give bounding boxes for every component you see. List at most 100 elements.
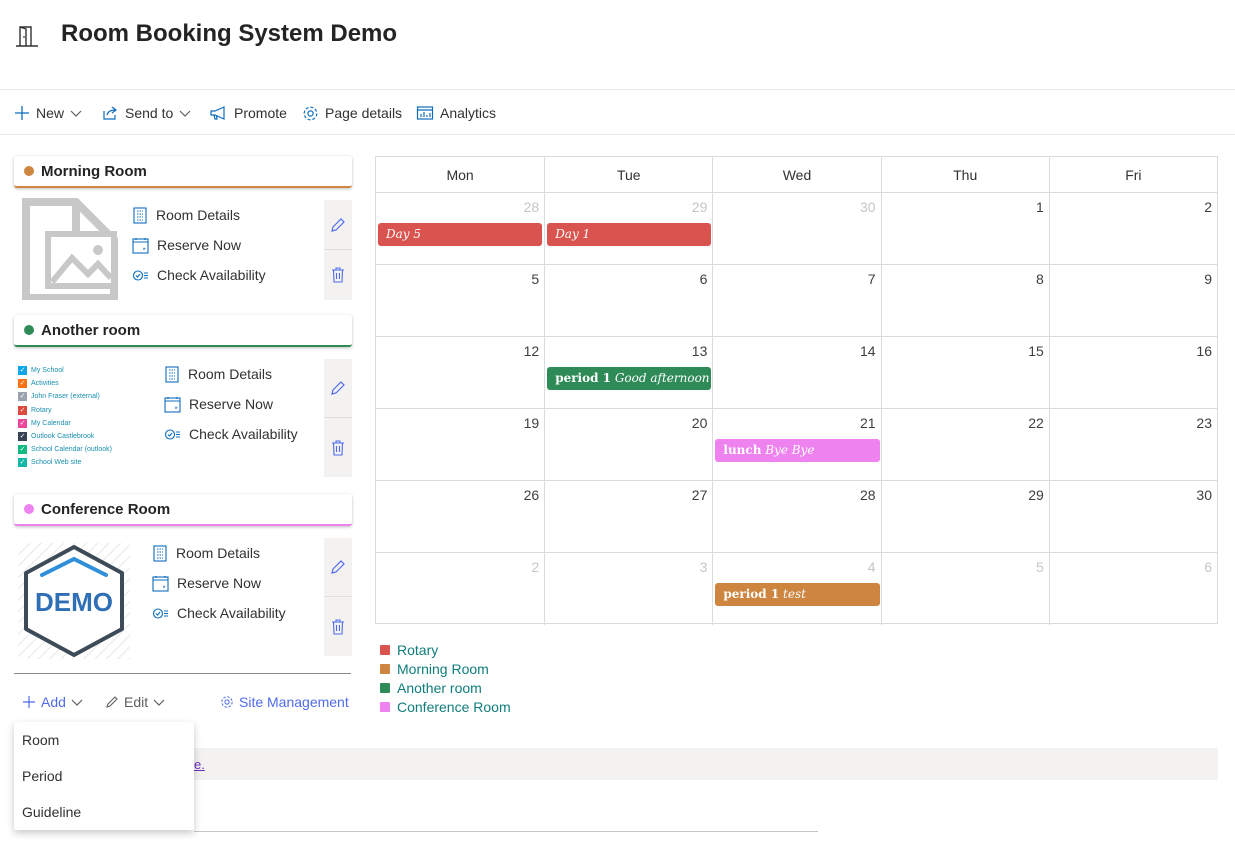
legend-item[interactable]: Another room [380,678,511,697]
calendar-day-cell[interactable]: 14 [712,337,880,409]
calendar-day-cell[interactable]: 28 [712,481,880,553]
calendar-day-cell[interactable]: 21 lunch Bye Bye [712,409,880,481]
calendar-day-cell[interactable]: 12 [376,337,544,409]
legend-item[interactable]: Rotary [380,640,511,659]
calendar-day-cell[interactable]: 22 [880,409,1049,481]
calendar-day-cell[interactable]: 3 [544,553,712,625]
room-details-link[interactable]: Room Details [132,200,266,230]
calendar-day-cell[interactable]: 6 [1048,553,1217,625]
edit-label: Edit [124,694,149,710]
calendar-event[interactable]: Day 5 [378,223,543,246]
add-menu: Room Period Guideline [14,722,194,830]
page-details-button[interactable]: Page details [302,91,402,135]
day-number: 15 [1028,343,1044,359]
delete-room-button[interactable] [324,418,352,477]
reserve-now-link[interactable]: Reserve Now [132,230,266,260]
calendar-list-item: ✓ John Fraser (external) [18,390,148,403]
calendar-list-label: My Calendar [31,419,71,427]
calendar-day-cell[interactable]: 28 Day 5 [376,193,544,265]
calendar-day-cell[interactable]: 13 period 1 Good afternoon [544,337,712,409]
menu-item-room[interactable]: Room [14,722,194,758]
calendar-day-cell[interactable]: 30 [1048,481,1217,553]
calendar-day-cell[interactable]: 5 [376,265,544,337]
calendar-list-item: ✓ Outlook Castlebrook [18,430,148,443]
calendar-event[interactable]: lunch Bye Bye [715,439,880,462]
calendar-day-cell[interactable]: 26 [376,481,544,553]
calendar-day-cell[interactable]: 29 [880,481,1049,553]
edit-room-button[interactable] [324,538,352,597]
pencil-icon [106,696,118,708]
room-card-body: Room Details Reserve Now Check Availabil… [14,198,352,300]
divider [14,673,351,674]
room-details-link[interactable]: Room Details [164,359,298,389]
room-card-header[interactable]: Another room [14,315,352,347]
event-title: test [783,587,806,601]
document-icon [165,365,179,383]
delete-room-button[interactable] [324,250,352,300]
event-title: Good afternoon [614,371,710,385]
calendar-day-cell[interactable]: 9 [1048,265,1217,337]
page-header: Room Booking System Demo [0,0,1235,90]
legend-item[interactable]: Morning Room [380,659,511,678]
reserve-now-link[interactable]: Reserve Now [164,389,298,419]
site-management-link[interactable]: Site Management [220,690,349,714]
calendar-day-cell[interactable]: 19 [376,409,544,481]
calendar-list-item: ✓ Activities [18,377,148,390]
room-card-header[interactable]: Morning Room [14,156,352,188]
send-to-button[interactable]: Send to [102,91,191,135]
calendar-day-cell[interactable]: 27 [544,481,712,553]
reserve-now-link[interactable]: Reserve Now [152,568,286,598]
reserve-now-label: Reserve Now [189,396,274,412]
analytics-button[interactable]: Analytics [416,91,496,135]
calendar-day-headers: Mon Tue Wed Thu Fri [376,157,1217,193]
calendar-day-cell[interactable]: 6 [544,265,712,337]
calendar-day-cell[interactable]: 2 [1048,193,1217,265]
check-availability-link[interactable]: Check Availability [132,260,266,290]
day-header-wed: Wed [712,157,880,192]
calendar-day-cell[interactable]: 2 [376,553,544,625]
month-calendar: Mon Tue Wed Thu Fri 28 Day 5 29 Day 1 30 1 2 5 6 7 8 9 1… [375,156,1218,625]
pencil-icon [331,217,345,232]
calendar-event[interactable]: Day 1 [547,223,712,246]
calendar-day-cell[interactable]: 16 [1048,337,1217,409]
edit-room-button[interactable] [324,359,352,418]
menu-item-guideline[interactable]: Guideline [14,794,194,830]
gear-icon [221,696,233,708]
day-header-tue: Tue [544,157,712,192]
calendar-day-cell[interactable]: 30 [712,193,880,265]
calendar-day-cell[interactable]: 15 [880,337,1049,409]
edit-button[interactable]: Edit [105,690,165,714]
room-details-link[interactable]: Room Details [152,538,286,568]
add-button[interactable]: Add [22,690,83,714]
check-availability-link[interactable]: Check Availability [164,419,298,449]
calendar-day-cell[interactable]: 8 [880,265,1049,337]
calendar-day-cell[interactable]: 20 [544,409,712,481]
room-card-header[interactable]: Conference Room [14,494,352,526]
notice-link-fragment[interactable]: e. [194,757,205,772]
checkbox-icon: ✓ [18,405,27,415]
edit-room-button[interactable] [324,200,352,250]
delete-room-button[interactable] [324,597,352,656]
promote-button[interactable]: Promote [209,91,287,135]
day-number: 30 [1196,487,1212,503]
calendar-event[interactable]: period 1 Good afternoon [547,367,712,390]
check-availability-link[interactable]: Check Availability [152,598,286,628]
menu-item-period[interactable]: Period [14,758,194,794]
calendar-day-cell[interactable]: 5 [880,553,1049,625]
calendar-day-cell[interactable]: 1 [880,193,1049,265]
legend-swatch [380,701,390,712]
calendar-day-cell[interactable]: 23 [1048,409,1217,481]
room-name: Morning Room [41,162,147,180]
demo-logo: DEMO [18,543,130,659]
day-number: 22 [1028,415,1044,431]
calendar-day-cell[interactable]: 29 Day 1 [544,193,712,265]
new-button[interactable]: New [14,91,82,135]
calendar-event[interactable]: period 1 test [715,583,880,606]
check-list-icon [164,428,180,440]
legend-item[interactable]: Conference Room [380,697,511,716]
checkbox-icon: ✓ [18,418,27,428]
day-number: 9 [1204,271,1212,287]
calendar-day-cell[interactable]: 7 [712,265,880,337]
calendar-day-cell[interactable]: 4 period 1 test [712,553,880,625]
calendar-list-label: School Web site [31,459,82,467]
